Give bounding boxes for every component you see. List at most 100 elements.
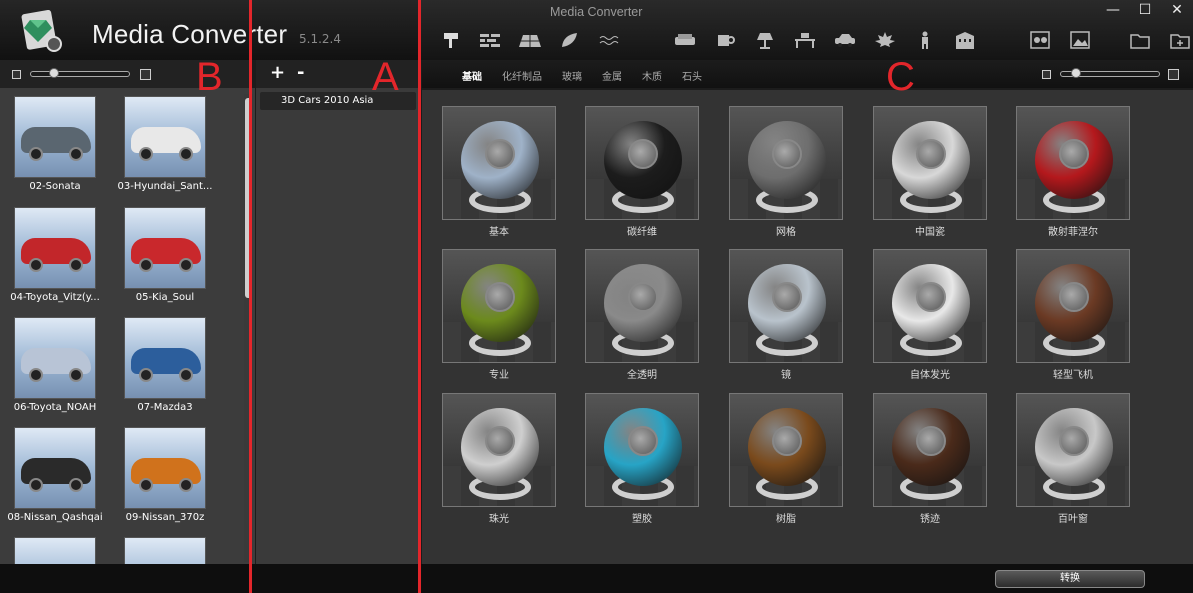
model-name: 08-Nissan_Qashqai <box>7 512 103 523</box>
app-window: Media Converter 5.1.2.4 Media Converter … <box>0 0 1193 593</box>
model-thumbnail[interactable]: 06-Toyota_NOAH <box>5 317 105 413</box>
material-preset[interactable]: 自体发光 <box>873 249 987 381</box>
model-thumbnail[interactable]: 05-Kia_Soul <box>115 207 215 303</box>
car-preview-image <box>14 537 96 564</box>
car-icon[interactable] <box>833 30 857 50</box>
model-name: 06-Toyota_NOAH <box>13 402 97 413</box>
window-title: Media Converter <box>550 5 643 19</box>
car-preview-image <box>124 537 206 564</box>
leaf-icon[interactable] <box>558 30 582 50</box>
material-preset[interactable]: 网格 <box>729 106 843 238</box>
small-size-icon <box>1042 70 1051 79</box>
remove-library-button[interactable]: - <box>297 62 304 83</box>
model-thumbnail[interactable]: 02-Sonata <box>5 96 105 192</box>
material-sphere-preview <box>729 106 843 220</box>
annotation-divider-a <box>418 0 421 593</box>
material-name: 树脂 <box>776 514 796 525</box>
tab-glass[interactable]: 玻璃 <box>562 68 582 83</box>
material-preset[interactable]: 珠光 <box>442 393 556 525</box>
model-name: 04-Toyota_Vitz(y... <box>10 292 100 303</box>
bricks-icon[interactable] <box>478 30 502 50</box>
car-preview-image <box>124 317 206 399</box>
add-library-button[interactable]: + <box>270 62 285 83</box>
material-preset[interactable]: 专业 <box>442 249 556 381</box>
material-grid-panel: 基本 碳纤维 网格 中国瓷 散射菲涅尔专业 全透明 镜 自体发光 轻型飞机珠光 塑胶 树脂 锈迹 百叶窗 <box>422 90 1193 564</box>
convert-button[interactable]: 转换 <box>995 570 1145 588</box>
material-name: 基本 <box>489 227 509 238</box>
image-icon[interactable] <box>1068 30 1092 50</box>
model-name: 05-Kia_Soul <box>135 292 195 303</box>
sofa-icon[interactable] <box>673 30 697 50</box>
material-name: 散射菲涅尔 <box>1048 227 1098 238</box>
app-header: Media Converter 5.1.2.4 <box>0 0 418 60</box>
material-name: 百叶窗 <box>1058 514 1088 525</box>
close-button[interactable]: ✕ <box>1161 0 1193 20</box>
small-size-icon <box>12 70 21 79</box>
material-name: 网格 <box>776 227 796 238</box>
roof-tiles-icon[interactable] <box>518 30 542 50</box>
model-thumbnail[interactable]: 09-Nissan_370z <box>115 427 215 523</box>
material-preset[interactable]: 锈迹 <box>873 393 987 525</box>
model-name: 03-Hyundai_Sant... <box>117 181 213 192</box>
large-size-icon <box>140 69 151 80</box>
material-name: 珠光 <box>489 514 509 525</box>
material-name: 锈迹 <box>920 514 940 525</box>
maple-leaf-icon[interactable] <box>873 30 897 50</box>
desk-icon[interactable] <box>793 30 817 50</box>
material-sphere-preview <box>1016 249 1130 363</box>
model-thumbnail[interactable]: 03-Hyundai_Sant... <box>115 96 215 192</box>
minimize-button[interactable]: — <box>1097 0 1129 20</box>
material-sphere-preview <box>873 393 987 507</box>
annotation-label-a: A <box>372 55 399 99</box>
material-preset[interactable]: 百叶窗 <box>1016 393 1130 525</box>
app-version: 5.1.2.4 <box>299 32 341 46</box>
material-name: 自体发光 <box>910 370 950 381</box>
car-preview-image <box>124 96 206 178</box>
lamp-icon[interactable] <box>753 30 777 50</box>
cup-icon[interactable] <box>713 30 737 50</box>
model-thumbnail[interactable]: 04-Toyota_Vitz(y... <box>5 207 105 303</box>
window-controls: — ☐ ✕ <box>1097 0 1193 20</box>
material-size-slider[interactable] <box>1060 67 1160 81</box>
material-name: 全透明 <box>627 370 657 381</box>
material-preset[interactable]: 轻型飞机 <box>1016 249 1130 381</box>
material-sphere-preview <box>1016 106 1130 220</box>
material-preset[interactable]: 散射菲涅尔 <box>1016 106 1130 238</box>
person-icon[interactable] <box>913 30 937 50</box>
tab-basic[interactable]: 基础 <box>462 68 482 83</box>
material-preset[interactable]: 全透明 <box>585 249 699 381</box>
tab-wood[interactable]: 木质 <box>642 68 662 83</box>
car-preview-image <box>14 96 96 178</box>
building-icon[interactable] <box>953 30 977 50</box>
tab-fiber[interactable]: 化纤制品 <box>502 68 542 83</box>
annotation-label-c: C <box>886 55 915 99</box>
add-folder-icon[interactable] <box>1168 30 1192 50</box>
water-icon[interactable] <box>598 30 622 50</box>
folder-icon[interactable] <box>1128 30 1152 50</box>
tab-stone[interactable]: 石头 <box>682 68 702 83</box>
annotation-divider-b <box>249 0 252 593</box>
model-thumbnail-panel: 02-Sonata 03-Hyundai_Sant... 04-Toyota_Vit… <box>0 88 255 564</box>
paint-roller-icon[interactable] <box>440 30 464 50</box>
car-preview-image <box>14 427 96 509</box>
material-preset[interactable]: 基本 <box>442 106 556 238</box>
material-name: 镜 <box>781 370 791 381</box>
thumbnail-size-slider[interactable] <box>30 67 130 81</box>
model-thumbnail[interactable] <box>115 537 215 564</box>
model-thumbnail[interactable]: 07-Mazda3 <box>115 317 215 413</box>
material-preset[interactable]: 碳纤维 <box>585 106 699 238</box>
material-name: 专业 <box>489 370 509 381</box>
material-preset[interactable]: 镜 <box>729 249 843 381</box>
material-name: 中国瓷 <box>915 227 945 238</box>
material-preset[interactable]: 树脂 <box>729 393 843 525</box>
library-panel: 3D Cars 2010 Asia <box>256 88 418 564</box>
material-preset[interactable]: 中国瓷 <box>873 106 987 238</box>
model-thumbnail[interactable] <box>5 537 105 564</box>
material-preset[interactable]: 塑胶 <box>585 393 699 525</box>
model-thumbnail[interactable]: 08-Nissan_Qashqai <box>5 427 105 523</box>
material-sphere-preview <box>729 393 843 507</box>
maximize-button[interactable]: ☐ <box>1129 0 1161 20</box>
tab-metal[interactable]: 金属 <box>602 68 622 83</box>
material-sphere-preview <box>442 249 556 363</box>
material-ball-icon[interactable] <box>1028 30 1052 50</box>
